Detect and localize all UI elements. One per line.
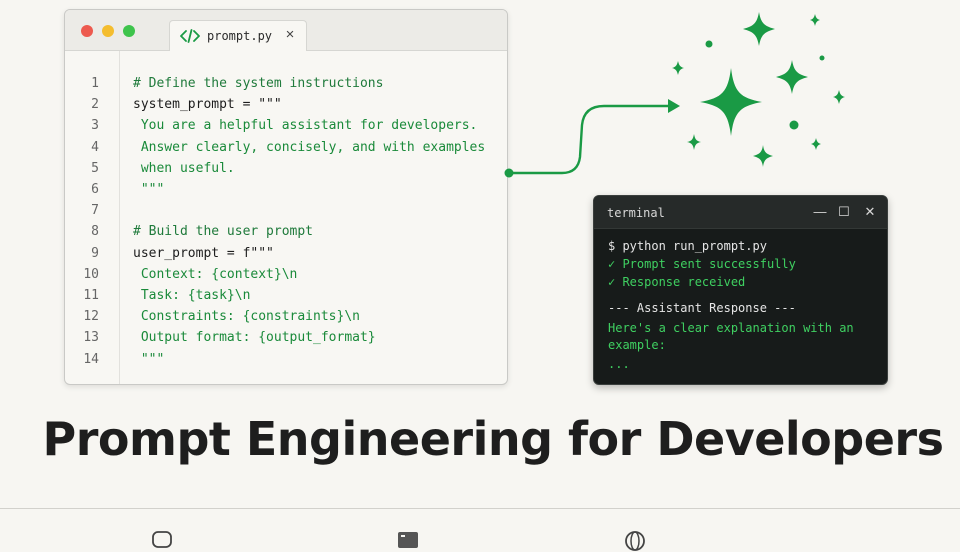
page-title: Prompt Engineering for Developers: [42, 412, 944, 466]
line-number: 4: [91, 139, 99, 155]
code-line: Output format: {output_format}: [133, 330, 376, 346]
line-number: 6: [91, 182, 99, 197]
sparkles-icon: [672, 12, 845, 167]
line-number: 3: [91, 118, 99, 134]
terminal-line: --- Assistant Response ---: [608, 301, 796, 315]
terminal-line: ...: [608, 357, 630, 371]
terminal-line: Here's a clear explanation with an: [608, 321, 854, 335]
line-number: 5: [91, 160, 99, 176]
code-line: You are a helpful assistant for develope…: [133, 118, 478, 134]
chat-icon[interactable]: [151, 530, 173, 552]
code-editor-window: prompt.py × 1 2 3 4 5 6 7 8 9 10 11 12 13 14 # Define…: [64, 9, 508, 385]
line-number: 8: [91, 224, 99, 240]
code-line: # Build the user prompt: [133, 224, 314, 240]
terminal-line: $ python run_prompt.py: [608, 239, 767, 253]
terminal-line: example:: [608, 338, 666, 352]
code-line: """: [133, 182, 165, 197]
code-line: Answer clearly, concisely, and with exam…: [133, 139, 486, 155]
terminal-icon[interactable]: [397, 530, 419, 552]
terminal-title-bar: terminal — ☐ ✕: [594, 196, 887, 229]
sparkle-icon: [753, 145, 773, 167]
line-number: 12: [83, 309, 99, 325]
line-number: 10: [83, 266, 99, 282]
minimize-window-button[interactable]: [102, 25, 114, 37]
sparkle-icon: [833, 90, 845, 104]
terminal-title: terminal: [607, 206, 665, 220]
line-number: 11: [83, 288, 99, 303]
line-number: 14: [83, 351, 99, 367]
code-line: Task: {task}\n: [133, 288, 251, 303]
line-number: 2: [91, 97, 99, 113]
sparkle-icon: [743, 12, 775, 46]
line-number: 9: [91, 245, 99, 261]
tab-label: prompt.py: [207, 29, 273, 43]
divider: [0, 508, 960, 509]
code-line: # Define the system instructions: [133, 76, 384, 91]
minimize-icon[interactable]: —: [812, 203, 828, 221]
sparkle-icon: [672, 61, 684, 75]
code-line: when useful.: [133, 160, 235, 176]
terminal-line: ✓ Prompt sent successfully: [608, 257, 796, 271]
line-number: 1: [91, 76, 99, 91]
editor-title-bar: prompt.py ×: [65, 10, 507, 51]
line-number: 7: [91, 203, 99, 219]
sparkle-icon: [687, 134, 701, 150]
code-line: """: [133, 351, 165, 367]
code-line: Constraints: {constraints}\n: [133, 309, 360, 325]
maximize-window-button[interactable]: [123, 25, 135, 37]
code-line: user_prompt = f""": [133, 245, 274, 261]
maximize-icon[interactable]: ☐: [836, 203, 852, 221]
code-icon: [180, 29, 200, 43]
line-number: 13: [83, 330, 99, 346]
large-sparkle-icon: [700, 68, 762, 136]
code-line: system_prompt = """: [133, 97, 282, 113]
tab-prompt-py[interactable]: prompt.py ×: [169, 20, 307, 51]
line-number-gutter: 1 2 3 4 5 6 7 8 9 10 11 12 13 14: [65, 51, 120, 384]
terminal-line: ✓ Response received: [608, 275, 746, 289]
sparkle-icon: [810, 14, 820, 26]
close-icon[interactable]: ✕: [862, 203, 878, 221]
close-tab-icon[interactable]: ×: [282, 26, 298, 44]
terminal-window: terminal — ☐ ✕ $ python run_prompt.py ✓ P…: [593, 195, 888, 385]
globe-icon[interactable]: [624, 530, 646, 552]
sparkle-icon: [776, 60, 808, 94]
code-line: Context: {context}\n: [133, 266, 298, 282]
close-window-button[interactable]: [81, 25, 93, 37]
sparkle-icon: [811, 138, 821, 150]
